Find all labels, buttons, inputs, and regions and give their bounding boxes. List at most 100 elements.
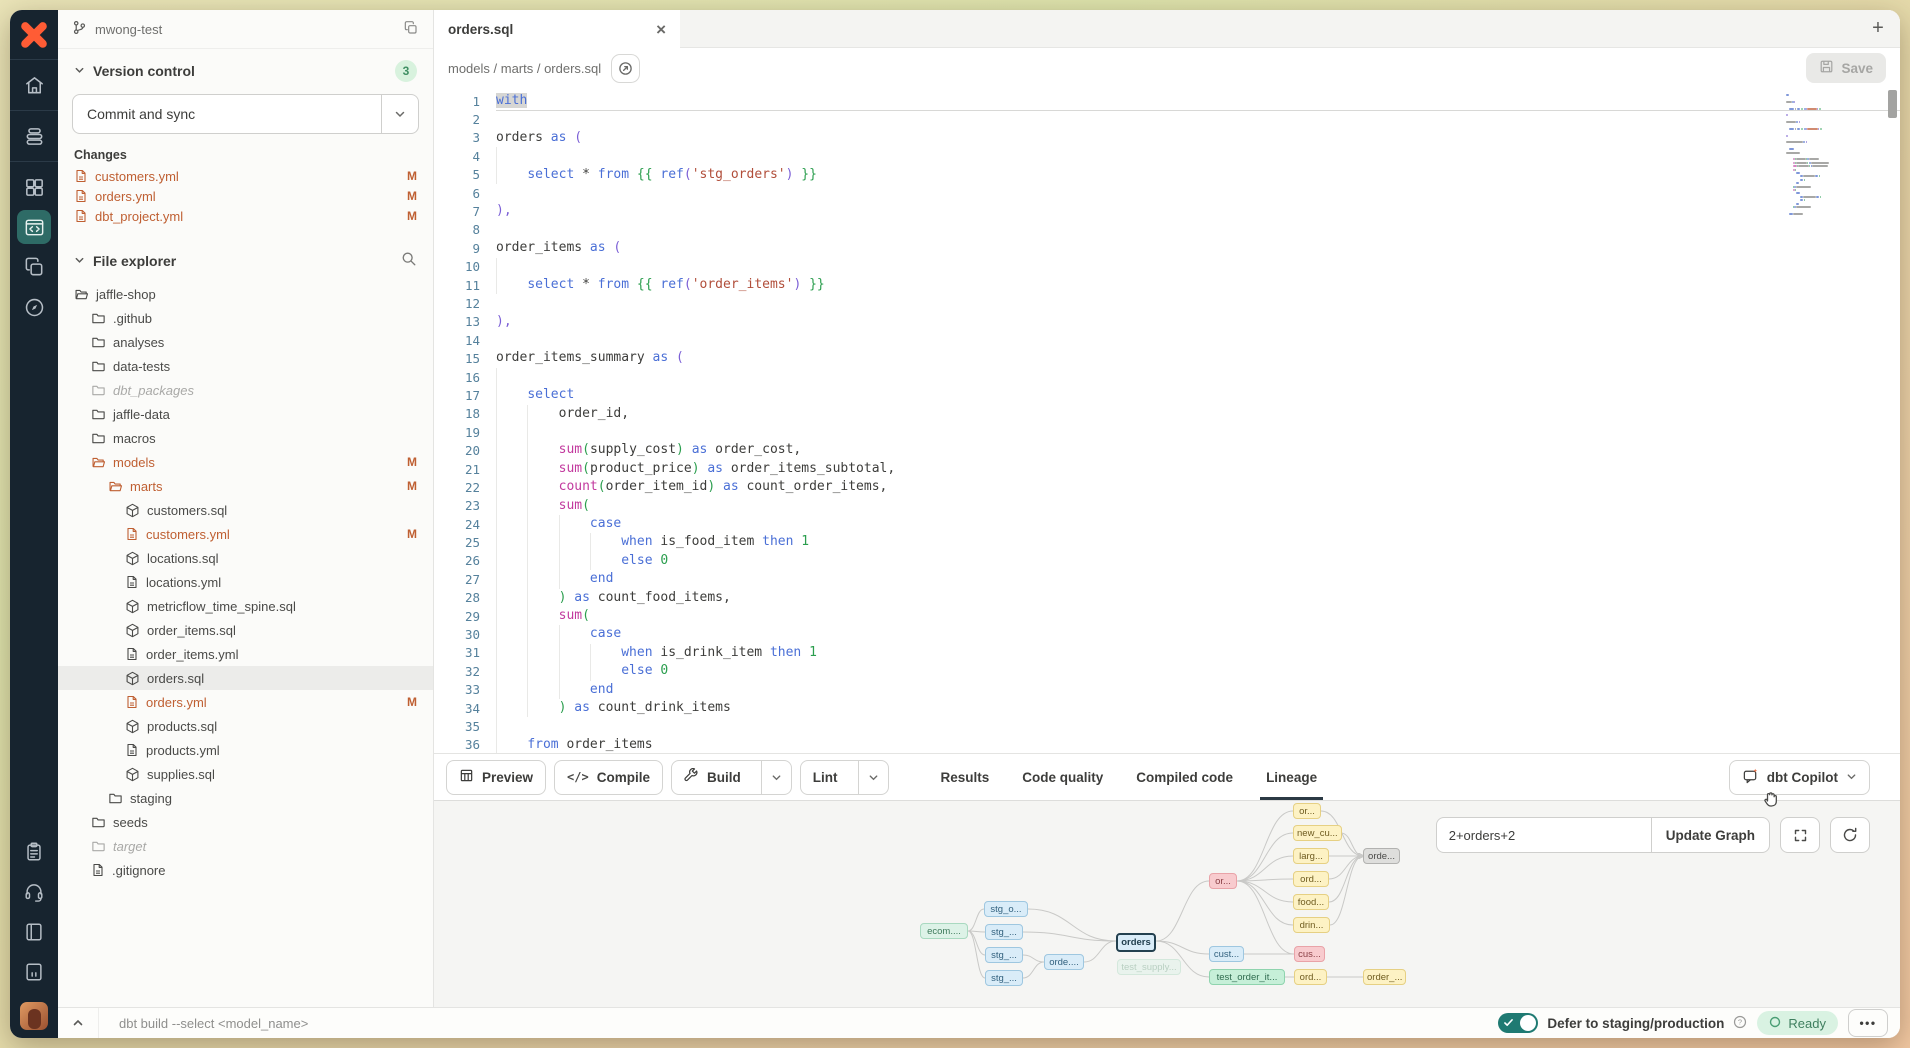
file-explorer-header[interactable]: File explorer [58, 240, 433, 276]
lineage-node-stg_o[interactable]: stg_o... [984, 901, 1028, 917]
editor-line[interactable]: 6 [434, 184, 1900, 202]
help-icon[interactable]: ? [1733, 1015, 1747, 1032]
editor-line[interactable]: 17 select [434, 386, 1900, 404]
tree-item-models[interactable]: modelsM [58, 450, 433, 474]
editor-line[interactable]: 22 count(order_item_id) as count_order_i… [434, 478, 1900, 496]
editor-line[interactable]: 21 sum(product_price) as order_items_sub… [434, 460, 1900, 478]
editor-line[interactable]: 2 [434, 110, 1900, 128]
editor-line[interactable]: 24 case [434, 515, 1900, 533]
tree-item-marts[interactable]: martsM [58, 474, 433, 498]
clipboard-icon[interactable] [17, 835, 51, 869]
build-dropdown-chevron[interactable] [761, 761, 791, 794]
ide-icon[interactable] [17, 210, 51, 244]
lineage-node-stg_[interactable]: stg_... [985, 970, 1023, 986]
lineage-node-larg[interactable]: larg... [1293, 848, 1329, 864]
dbt-logo-icon[interactable] [17, 18, 51, 52]
tree-item-products.sql[interactable]: products.sql [58, 714, 433, 738]
duplicate-icon[interactable] [17, 250, 51, 284]
fullscreen-button[interactable] [1780, 817, 1820, 853]
change-item-customers.yml[interactable]: customers.ymlM [58, 166, 433, 186]
tree-item-locations.yml[interactable]: locations.yml [58, 570, 433, 594]
editor-line[interactable]: 33 end [434, 681, 1900, 699]
command-input[interactable]: dbt build --select <model_name> [98, 1008, 1498, 1038]
editor-line[interactable]: 3orders as ( [434, 129, 1900, 147]
editor-line[interactable]: 34 ) as count_drink_items [434, 699, 1900, 717]
tree-item-macros[interactable]: macros [58, 426, 433, 450]
tree-item-jaffle-shop[interactable]: jaffle-shop [58, 282, 433, 306]
tree-item-customers.sql[interactable]: customers.sql [58, 498, 433, 522]
lineage-node-ord[interactable]: ord... [1293, 871, 1329, 887]
tree-item-order_items.sql[interactable]: order_items.sql [58, 618, 433, 642]
editor-line[interactable]: 30 case [434, 625, 1900, 643]
build-button[interactable]: Build [671, 760, 792, 795]
lineage-node-new_cu[interactable]: new_cu... [1293, 825, 1342, 841]
lineage-node-orders[interactable]: orders [1116, 933, 1156, 952]
open-lineage-icon[interactable] [611, 54, 640, 83]
more-options-button[interactable]: ••• [1848, 1009, 1888, 1037]
tree-item-products.yml[interactable]: products.yml [58, 738, 433, 762]
tree-item-staging[interactable]: staging [58, 786, 433, 810]
scrollbar-thumb[interactable] [1888, 90, 1897, 118]
lineage-node-cust[interactable]: cust... [1209, 946, 1244, 962]
compile-button[interactable]: </> Compile [554, 760, 663, 795]
lineage-node-stg_[interactable]: stg_... [985, 924, 1023, 940]
editor-line[interactable]: 27 end [434, 570, 1900, 588]
tab-orders-sql[interactable]: orders.sql × [434, 10, 680, 48]
tree-item-orders.sql[interactable]: orders.sql [58, 666, 433, 690]
editor-line[interactable]: 8 [434, 221, 1900, 239]
lineage-filter-input[interactable]: 2+orders+2 [1437, 818, 1651, 852]
lint-dropdown-chevron[interactable] [858, 761, 888, 794]
editor-line[interactable]: 32 else 0 [434, 662, 1900, 680]
editor-line[interactable]: 23 sum( [434, 497, 1900, 515]
copy-branch-icon[interactable] [403, 20, 419, 39]
save-button[interactable]: Save [1806, 53, 1886, 83]
support-headset-icon[interactable] [17, 875, 51, 909]
editor-line[interactable]: 5 select * from {{ ref('stg_orders') }} [434, 166, 1900, 184]
new-tab-button[interactable]: + [1856, 17, 1900, 40]
terminal-card-icon[interactable] [17, 955, 51, 989]
docs-book-icon[interactable] [17, 915, 51, 949]
editor-line[interactable]: 14 [434, 331, 1900, 349]
editor-line[interactable]: 12 [434, 294, 1900, 312]
expand-command-bar-icon[interactable] [58, 1017, 98, 1029]
panel-tab-code-quality[interactable]: Code quality [1022, 754, 1103, 800]
tree-item-metricflow_time_spine.sql[interactable]: metricflow_time_spine.sql [58, 594, 433, 618]
lineage-node-or[interactable]: or... [1293, 803, 1321, 819]
tree-item-data-tests[interactable]: data-tests [58, 354, 433, 378]
panel-tab-compiled-code[interactable]: Compiled code [1136, 754, 1233, 800]
tree-item-supplies.sql[interactable]: supplies.sql [58, 762, 433, 786]
editor-line[interactable]: 18 order_id, [434, 405, 1900, 423]
close-tab-icon[interactable]: × [656, 21, 666, 38]
editor-line[interactable]: 31 when is_drink_item then 1 [434, 644, 1900, 662]
editor-line[interactable]: 9order_items as ( [434, 239, 1900, 257]
defer-toggle[interactable] [1498, 1013, 1538, 1033]
editor-line[interactable]: 25 when is_food_item then 1 [434, 533, 1900, 551]
lineage-node-order_[interactable]: order_... [1363, 969, 1406, 985]
lineage-node-stg_[interactable]: stg_... [985, 947, 1023, 963]
home-icon[interactable] [17, 68, 51, 102]
lineage-panel[interactable]: ecom....stg_o...stg_...stg_...stg_...ord… [434, 800, 1900, 1007]
tree-item-.gitignore[interactable]: .gitignore [58, 858, 433, 882]
panel-tab-lineage[interactable]: Lineage [1266, 754, 1317, 800]
editor-line[interactable]: 1with [434, 92, 1900, 110]
panel-tab-results[interactable]: Results [941, 754, 990, 800]
refresh-button[interactable] [1830, 817, 1870, 853]
editor-line[interactable]: 15order_items_summary as ( [434, 349, 1900, 367]
tree-item-customers.yml[interactable]: customers.ymlM [58, 522, 433, 546]
editor-line[interactable]: 35 [434, 717, 1900, 735]
lineage-node-ecom[interactable]: ecom.... [920, 923, 968, 939]
dashboard-grid-icon[interactable] [17, 170, 51, 204]
minimap[interactable] [1786, 94, 1882, 216]
lineage-node-or[interactable]: or... [1209, 873, 1237, 889]
lineage-node-drin[interactable]: drin... [1293, 917, 1330, 933]
editor-line[interactable]: 10 [434, 258, 1900, 276]
user-avatar[interactable] [20, 1002, 48, 1030]
lineage-node-ord[interactable]: ord... [1294, 969, 1327, 985]
lineage-node-food[interactable]: food... [1293, 894, 1329, 910]
lineage-node-cus[interactable]: cus... [1294, 946, 1325, 962]
lineage-node-orde[interactable]: orde... [1363, 848, 1400, 864]
preview-button[interactable]: Preview [446, 760, 546, 795]
tree-item-locations.sql[interactable]: locations.sql [58, 546, 433, 570]
editor-line[interactable]: 20 sum(supply_cost) as order_cost, [434, 441, 1900, 459]
editor-line[interactable]: 11 select * from {{ ref('order_items') }… [434, 276, 1900, 294]
